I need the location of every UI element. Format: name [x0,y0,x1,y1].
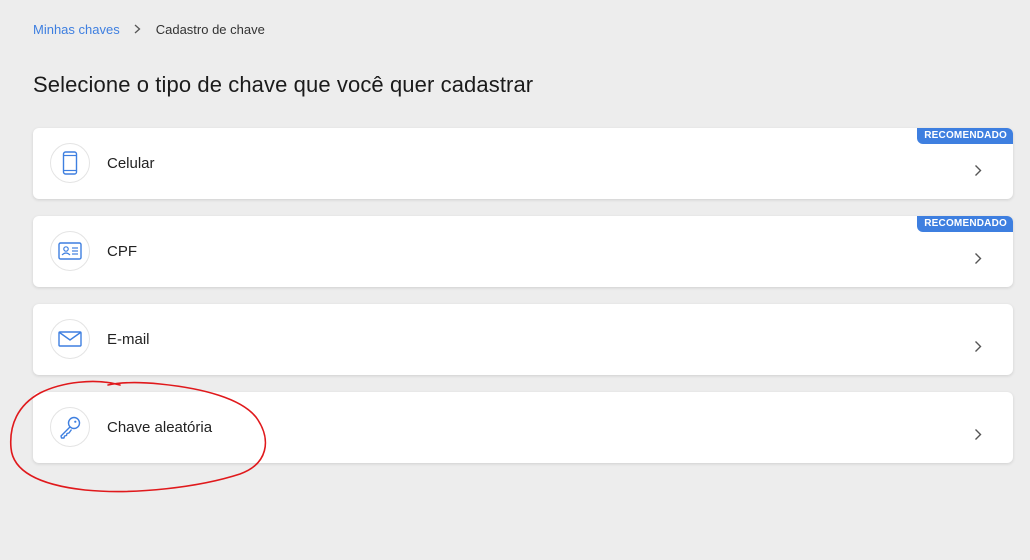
page-title: Selecione o tipo de chave que você quer … [33,72,534,97]
key-icon [50,407,90,447]
chevron-right-icon [134,24,142,34]
key-type-label: Celular [107,155,155,172]
key-type-option-email[interactable]: E-mail [33,304,1013,375]
key-type-label: Chave aleatória [107,419,213,436]
key-type-option-celular[interactable]: Celular RECOMENDADO [33,128,1013,199]
recommended-badge: RECOMENDADO [917,128,1013,144]
key-type-option-chave-aleatoria[interactable]: Chave aleatória [33,392,1013,463]
breadcrumb: Minhas chaves Cadastro de chave [33,20,265,38]
phone-icon [50,143,90,183]
breadcrumb-link-minhas-chaves[interactable]: Minhas chaves [33,22,120,37]
key-type-label: CPF [107,243,137,260]
key-type-label: E-mail [107,331,150,348]
breadcrumb-current: Cadastro de chave [155,21,265,37]
chevron-right-icon [973,251,983,265]
chevron-right-icon [973,339,983,353]
id-card-icon [50,231,90,271]
key-type-option-cpf[interactable]: CPF RECOMENDADO [33,216,1013,287]
chevron-right-icon [973,427,983,441]
chevron-right-icon [973,163,983,177]
envelope-icon [50,319,90,359]
recommended-badge: RECOMENDADO [917,216,1013,232]
